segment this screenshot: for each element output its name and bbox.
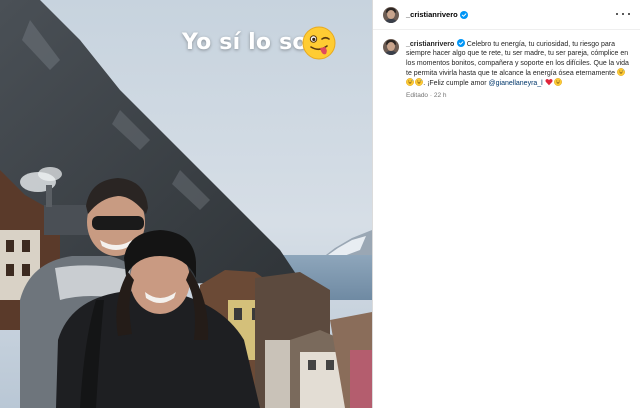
mention-link[interactable]: @gianellaneyra_l: [489, 80, 543, 87]
caption-text: _cristianrivero Celebro tu energía, tu c…: [406, 39, 630, 88]
meta-separator: ·: [429, 92, 433, 100]
post-meta: Editado · 22 h: [406, 92, 630, 99]
post-image[interactable]: Yo sí lo soy: [0, 0, 372, 408]
post-time[interactable]: 22 h: [434, 92, 447, 99]
red-heart-emoji-icon: [545, 79, 553, 86]
post-username[interactable]: _cristianrivero: [406, 10, 458, 19]
more-options-icon[interactable]: [616, 9, 630, 19]
grinning-emoji-icon: [553, 78, 562, 87]
caption-closing: . ¡Feliz cumple amor: [423, 80, 487, 88]
winking-tongue-emoji-icon: [302, 26, 336, 60]
grinning-sweat-emoji-icon: [617, 67, 626, 76]
edited-label: Editado: [406, 92, 429, 100]
caption-username[interactable]: _cristianrivero: [406, 41, 454, 48]
verified-badge-icon: [459, 10, 468, 19]
caption-body: _cristianrivero Celebro tu energía, tu c…: [406, 39, 630, 99]
post-side-panel: _cristianrivero _cristianrivero Celebro …: [372, 0, 640, 408]
photo-scene: [0, 0, 372, 408]
avatar[interactable]: [383, 6, 399, 23]
grinning-sweat-emoji-icon: [414, 78, 423, 87]
verified-badge-icon: [456, 39, 465, 47]
instagram-post: Yo sí lo soy _cristianrivero _cristianri…: [0, 0, 640, 408]
caption-avatar[interactable]: [383, 39, 399, 55]
post-header: _cristianrivero: [373, 0, 640, 30]
caption-row: _cristianrivero Celebro tu energía, tu c…: [373, 30, 640, 99]
grinning-sweat-emoji-icon: [406, 78, 415, 87]
